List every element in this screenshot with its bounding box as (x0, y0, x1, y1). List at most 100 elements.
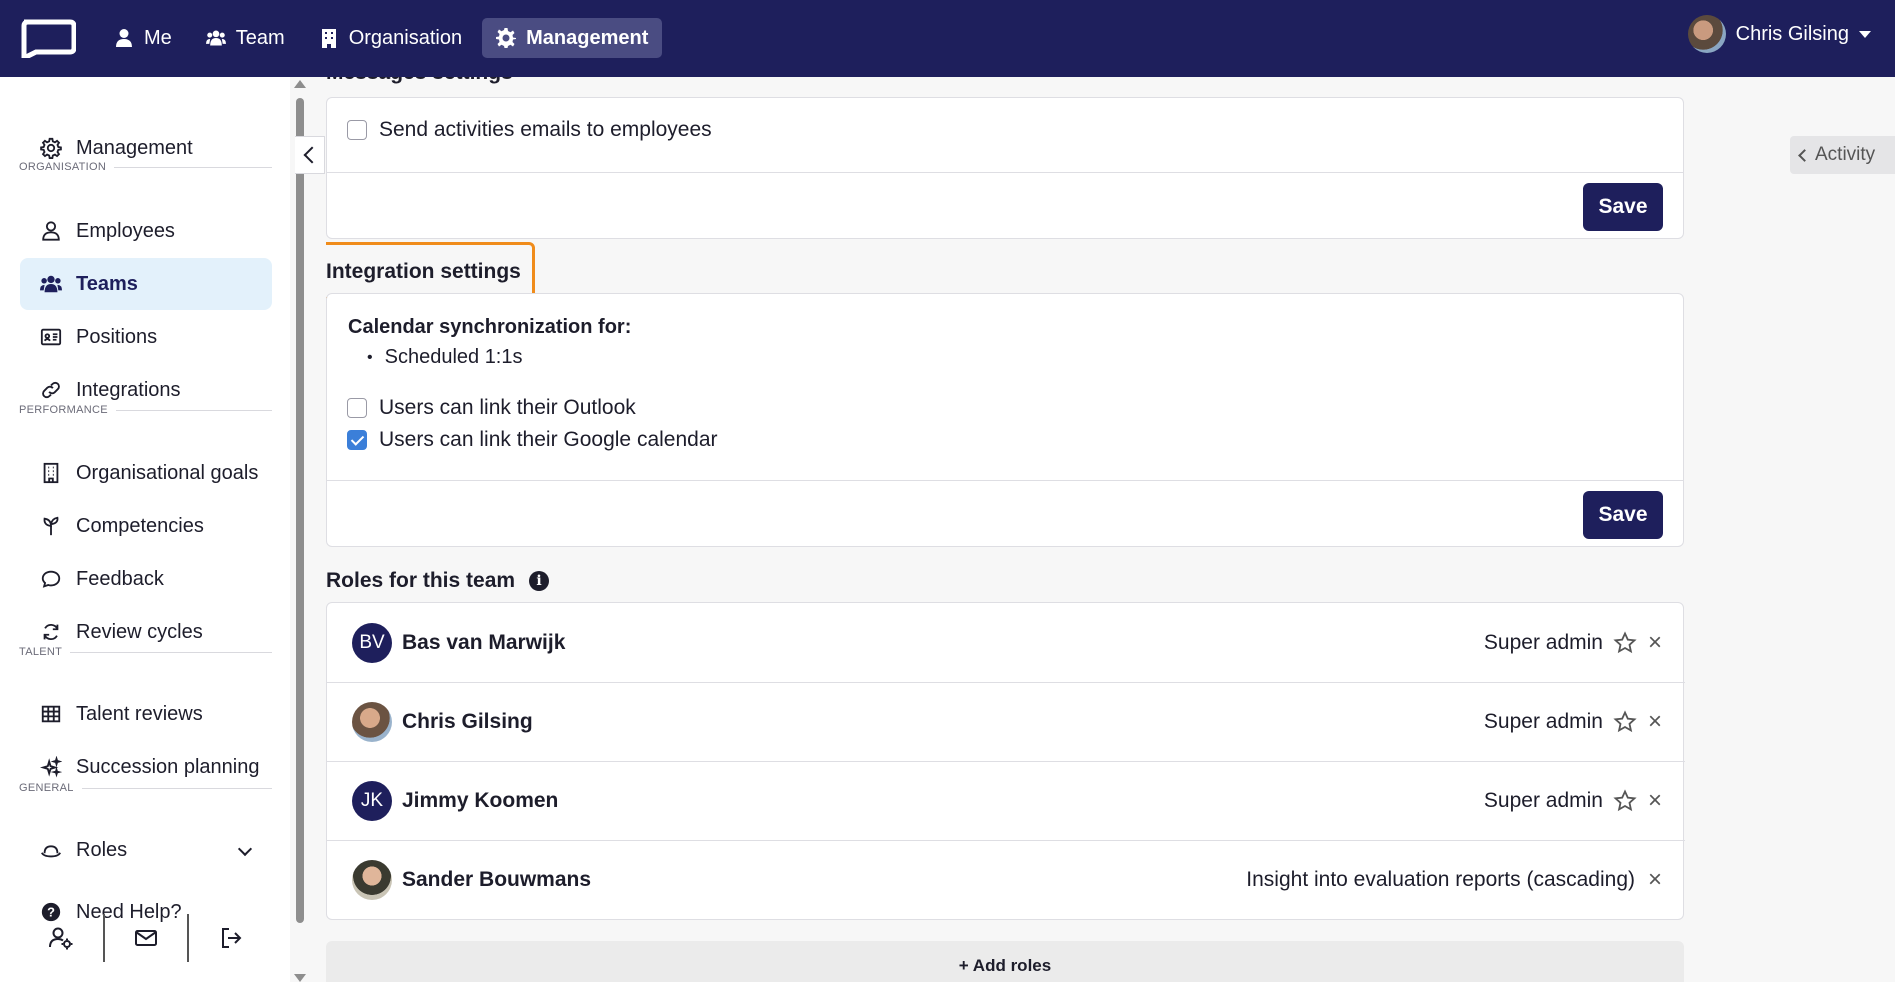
sidebar-item-label: Competencies (76, 514, 204, 537)
caret-down-icon (1859, 30, 1871, 38)
role-user-name[interactable]: Jimmy Koomen (402, 789, 558, 813)
nav-team-label: Team (235, 26, 285, 49)
scroll-up-arrow-icon[interactable] (294, 80, 306, 88)
team-icon (40, 275, 62, 293)
sidebar-item-competencies[interactable]: Competencies (20, 500, 272, 552)
refresh-icon (43, 623, 59, 641)
save-button[interactable]: Save (1583, 183, 1663, 231)
google-checkbox-row[interactable]: Users can link their Google calendar (347, 428, 718, 452)
app-logo-icon[interactable] (18, 18, 76, 58)
sidebar-item-employees[interactable]: Employees (20, 205, 272, 257)
info-icon[interactable]: i (529, 571, 550, 591)
star-icon[interactable] (1613, 789, 1637, 813)
send-emails-label: Send activities emails to employees (379, 118, 712, 141)
avatar (352, 860, 392, 900)
role-label: Insight into evaluation reports (cascadi… (1246, 868, 1635, 891)
add-roles-button[interactable]: + Add roles (326, 941, 1684, 982)
star-icon[interactable] (1613, 630, 1637, 655)
scroll-thumb[interactable] (296, 98, 304, 923)
section-label: ORGANISATION (19, 161, 107, 173)
user-settings-button[interactable] (20, 913, 103, 963)
sidebar-item-label: Roles (76, 838, 128, 861)
messages-button[interactable] (105, 913, 188, 963)
grid-icon (41, 705, 61, 723)
remove-role-close-icon[interactable]: × (1645, 710, 1665, 734)
gear-icon (40, 137, 62, 159)
role-user-name[interactable]: Sander Bouwmans (402, 868, 591, 892)
sidebar-item-label: Talent reviews (76, 702, 203, 725)
section-label: PERFORMANCE (19, 404, 108, 416)
sidebar-item-label: Organisational goals (76, 461, 259, 484)
outlook-checkbox-row[interactable]: Users can link their Outlook (347, 396, 636, 420)
send-emails-checkbox-row[interactable]: Send activities emails to employees (347, 118, 712, 142)
send-emails-checkbox[interactable] (347, 120, 367, 140)
person-icon (116, 29, 132, 47)
outlook-checkbox[interactable] (347, 398, 367, 418)
sidebar-item-label: Teams (76, 272, 138, 295)
calendar-sync-heading: Calendar synchronization for: (348, 316, 632, 338)
role-user-name[interactable]: Chris Gilsing (402, 710, 533, 734)
role-row: Chris Gilsing Super admin × (327, 682, 1685, 761)
nav-me[interactable]: Me (100, 18, 186, 58)
role-row: JK Jimmy Koomen Super admin × (327, 761, 1685, 840)
remove-role-close-icon[interactable]: × (1645, 789, 1665, 813)
save-button[interactable]: Save (1583, 491, 1663, 539)
activity-label: Activity (1815, 144, 1876, 165)
nav-management[interactable]: Management (482, 18, 663, 58)
sidebar-item-label: Integrations (76, 378, 181, 401)
user-menu[interactable]: Chris Gilsing (1687, 15, 1871, 53)
sidebar-item-label: Positions (76, 325, 158, 348)
google-label: Users can link their Google calendar (379, 428, 718, 451)
scroll-down-arrow-icon[interactable] (294, 974, 306, 982)
google-checkbox[interactable] (347, 430, 367, 450)
sidebar-scrollbar[interactable] (294, 80, 308, 982)
card-footer: Save (327, 480, 1683, 547)
integration-settings-title: Integration settings (326, 260, 521, 283)
envelope-icon (135, 930, 157, 946)
remove-role-close-icon[interactable]: × (1645, 630, 1665, 654)
top-navigation: Me Team Organisation Management Chris Gi… (0, 0, 1895, 77)
hat-icon (41, 845, 61, 858)
sidebar-item-organisational-goals[interactable]: Organisational goals (20, 447, 272, 499)
section-organisation: ORGANISATION (19, 161, 272, 173)
role-row: BV Bas van Marwijk Super admin × (327, 603, 1685, 682)
sidebar-item-feedback[interactable]: Feedback (20, 553, 272, 605)
remove-role-close-icon[interactable]: × (1645, 868, 1665, 892)
roles-title: Roles for this team (326, 569, 516, 592)
user-avatar (1687, 15, 1726, 53)
nav-team[interactable]: Team (192, 18, 299, 58)
nav-management-label: Management (526, 26, 649, 49)
section-label: GENERAL (19, 782, 74, 794)
user-cog-icon (49, 927, 73, 950)
sidebar-item-talent-reviews[interactable]: Talent reviews (20, 688, 272, 740)
team-icon (205, 30, 226, 46)
collapse-sidebar-button[interactable] (295, 136, 325, 174)
sidebar-item-positions[interactable]: Positions (20, 311, 272, 363)
role-label: Super admin (1483, 789, 1603, 812)
sidebar-item-label: Employees (76, 219, 175, 242)
star-icon[interactable] (1613, 710, 1637, 734)
messages-settings-title: Messages settings (326, 77, 513, 85)
role-user-name[interactable]: Bas van Marwijk (402, 631, 565, 655)
sidebar-item-label: Review cycles (76, 620, 203, 643)
role-label: Super admin (1483, 630, 1603, 654)
sidebar-item-teams[interactable]: Teams (20, 258, 272, 310)
seedling-icon (43, 516, 59, 536)
gear-icon (496, 28, 517, 48)
section-general: GENERAL (19, 782, 272, 794)
logout-button[interactable] (189, 913, 272, 963)
sidebar-item-roles[interactable]: Roles (20, 824, 272, 876)
user-name: Chris Gilsing (1735, 22, 1849, 45)
calendar-sync-list-item: • Scheduled 1:1s (367, 346, 523, 369)
role-label: Super admin (1483, 710, 1603, 733)
sidebar-item-label: Management (76, 136, 193, 159)
integration-settings-card: Calendar synchronization for: • Schedule… (326, 293, 1684, 547)
chevron-down-icon (237, 841, 253, 857)
nav-organisation[interactable]: Organisation (305, 18, 476, 58)
person-icon (42, 221, 60, 241)
link-icon (42, 381, 60, 399)
sidebar-footer-actions (20, 913, 272, 963)
activity-panel-toggle[interactable]: Activity (1790, 136, 1895, 174)
bullet-icon: • (367, 348, 373, 366)
chevron-left-icon (1798, 148, 1811, 162)
